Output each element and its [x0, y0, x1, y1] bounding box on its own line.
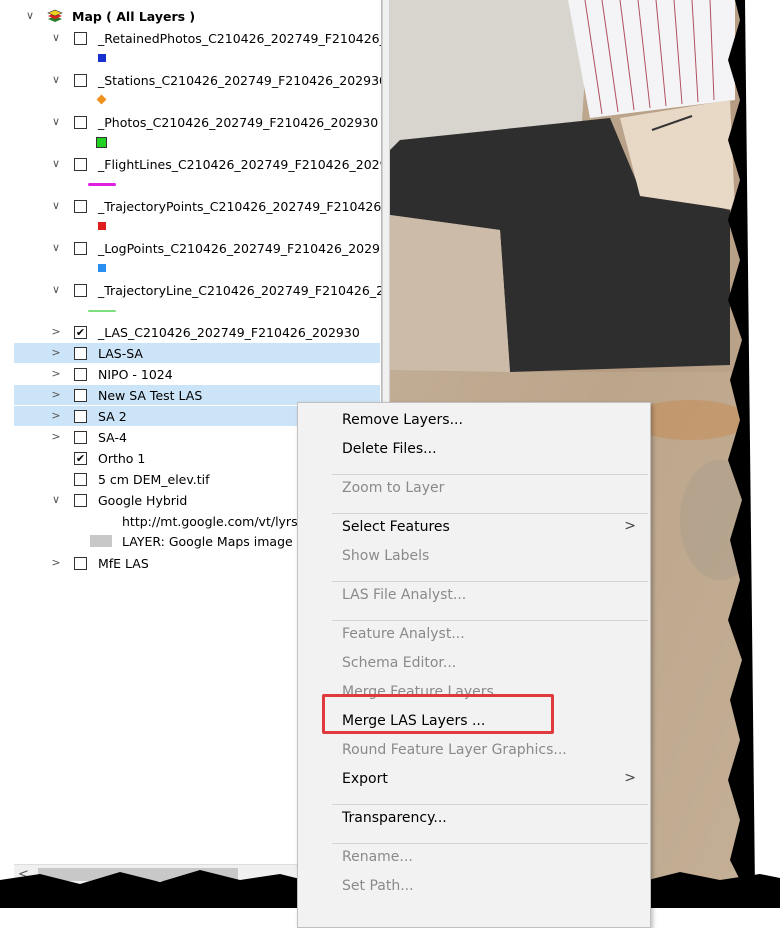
menu-separator	[332, 581, 648, 582]
google-url-text: http://mt.google.com/vt/lyrs=	[122, 514, 309, 529]
layer-label: _LAS_C210426_202749_F210426_202930	[98, 325, 360, 340]
layer-label: Google Hybrid	[98, 493, 188, 508]
chevron-down-icon[interactable]: ∨	[50, 157, 62, 171]
layer-visibility-checkbox[interactable]	[74, 32, 87, 45]
menu-item[interactable]: Transparency...	[342, 809, 447, 827]
chevron-right-icon[interactable]: >	[50, 556, 62, 570]
menu-item[interactable]: Export	[342, 770, 388, 788]
chevron-down-icon[interactable]: ∨	[50, 31, 62, 45]
layer-label: _RetainedPhotos_C210426_202749_F210426_2…	[98, 31, 382, 46]
layer-visibility-checkbox[interactable]	[74, 347, 87, 360]
tree-layer-row[interactable]: ∨ _FlightLines_C210426_202749_F210426_202…	[14, 154, 382, 174]
chevron-down-icon[interactable]: ∨	[50, 283, 62, 297]
layer-visibility-checkbox[interactable]	[74, 284, 87, 297]
layer-symbol-swatch	[96, 94, 107, 105]
tree-layer-row[interactable]: ∨ _TrajectoryPoints_C210426_202749_F21042…	[14, 196, 382, 216]
layer-label: SA-4	[98, 430, 127, 445]
layer-visibility-checkbox[interactable]	[74, 431, 87, 444]
tree-layer-row[interactable]: > LAS-SA	[14, 343, 380, 363]
highlight-box-merge-las	[322, 694, 554, 734]
chevron-down-icon[interactable]: ∨	[50, 199, 62, 213]
menu-item[interactable]: Set Path...	[342, 877, 414, 895]
tree-layer-row[interactable]: ∨ _TrajectoryLine_C210426_202749_F210426_…	[14, 280, 381, 300]
layer-visibility-checkbox[interactable]	[74, 116, 87, 129]
tree-layer-row[interactable]: ∨ _Stations_C210426_202749_F210426_202930	[14, 70, 382, 90]
layer-label: NIPO - 1024	[98, 367, 173, 382]
layer-visibility-checkbox[interactable]	[74, 368, 87, 381]
submenu-arrow-icon: >	[624, 518, 636, 534]
layer-label: LAS-SA	[98, 346, 143, 361]
layer-visibility-checkbox[interactable]	[74, 494, 87, 507]
layer-symbol-swatch	[98, 54, 106, 62]
tree-layer-row[interactable]: ∨ _LogPoints_C210426_202749_F210426_20293…	[14, 238, 382, 258]
chevron-right-icon[interactable]: >	[50, 409, 62, 423]
chevron-right-icon[interactable]: >	[50, 430, 62, 444]
layer-visibility-checkbox[interactable]: ✔	[74, 326, 87, 339]
menu-separator	[332, 513, 648, 514]
submenu-arrow-icon: >	[624, 770, 636, 786]
chevron-down-icon[interactable]: ∨	[50, 73, 62, 87]
layer-symbol-swatch	[88, 183, 116, 186]
chevron-down-icon[interactable]: ∨	[50, 493, 62, 507]
tree-layer-row[interactable]: > ✔ _LAS_C210426_202749_F210426_202930	[14, 322, 380, 342]
chevron-right-icon[interactable]: >	[50, 346, 62, 360]
chevron-right-icon[interactable]: >	[50, 388, 62, 402]
layer-visibility-checkbox[interactable]: ✔	[74, 452, 87, 465]
layer-visibility-checkbox[interactable]	[74, 557, 87, 570]
layer-label: _TrajectoryLine_C210426_202749_F210426_2…	[98, 283, 381, 298]
menu-item[interactable]: Feature Analyst...	[342, 625, 465, 643]
tree-root-label: Map ( All Layers )	[72, 9, 196, 24]
layer-symbol-swatch	[98, 264, 106, 272]
menu-separator	[332, 620, 648, 621]
layer-label: Ortho 1	[98, 451, 146, 466]
chevron-down-icon[interactable]: ∨	[24, 9, 36, 23]
tree-layer-row[interactable]: ∨ _Photos_C210426_202749_F210426_202930	[14, 112, 380, 132]
layer-visibility-checkbox[interactable]	[74, 242, 87, 255]
tree-layer-row[interactable]: > NIPO - 1024	[14, 364, 380, 384]
menu-item[interactable]: Remove Layers...	[342, 411, 463, 429]
layers-stack-icon	[47, 9, 63, 22]
menu-separator	[332, 474, 648, 475]
menu-item[interactable]: LAS File Analyst...	[342, 586, 466, 604]
layer-label: 5 cm DEM_elev.tif	[98, 472, 210, 487]
chevron-down-icon[interactable]: ∨	[50, 115, 62, 129]
layer-label: _LogPoints_C210426_202749_F210426_202930	[98, 241, 382, 256]
menu-item[interactable]: Zoom to Layer	[342, 479, 444, 497]
menu-separator	[332, 804, 648, 805]
menu-item[interactable]: Select Features	[342, 518, 450, 536]
layer-visibility-checkbox[interactable]	[74, 200, 87, 213]
menu-item[interactable]: Round Feature Layer Graphics...	[342, 741, 567, 759]
layer-label: _FlightLines_C210426_202749_F210426_2029…	[98, 157, 382, 172]
menu-separator	[332, 843, 648, 844]
layer-label: _Stations_C210426_202749_F210426_202930	[98, 73, 382, 88]
layer-label: SA 2	[98, 409, 127, 424]
menu-item[interactable]: Schema Editor...	[342, 654, 456, 672]
layer-visibility-checkbox[interactable]	[74, 158, 87, 171]
menu-item[interactable]: Show Labels	[342, 547, 429, 565]
layer-label: _TrajectoryPoints_C210426_202749_F210426…	[98, 199, 382, 214]
layer-symbol-swatch	[96, 137, 107, 148]
layer-label: MfE LAS	[98, 556, 149, 571]
google-layer-text: LAYER: Google Maps image	[122, 534, 293, 549]
layer-visibility-checkbox[interactable]	[74, 74, 87, 87]
layer-symbol-swatch	[98, 222, 106, 230]
layer-label: New SA Test LAS	[98, 388, 203, 403]
chevron-right-icon[interactable]: >	[50, 325, 62, 339]
tree-root-row[interactable]: ∨ Map ( All Layers )	[14, 6, 380, 26]
layer-symbol-swatch	[88, 310, 116, 312]
menu-item[interactable]: Delete Files...	[342, 440, 437, 458]
context-menu: Remove Layers... Delete Files... Zoom to L…	[297, 402, 651, 928]
menu-item[interactable]: Rename...	[342, 848, 413, 866]
google-layer-swatch	[90, 535, 112, 547]
tree-layer-row[interactable]: ∨ _RetainedPhotos_C210426_202749_F210426_…	[14, 28, 382, 48]
chevron-right-icon[interactable]: >	[50, 367, 62, 381]
layer-visibility-checkbox[interactable]	[74, 389, 87, 402]
chevron-down-icon[interactable]: ∨	[50, 241, 62, 255]
layer-label: _Photos_C210426_202749_F210426_202930	[98, 115, 379, 130]
layer-visibility-checkbox[interactable]	[74, 473, 87, 486]
layer-visibility-checkbox[interactable]	[74, 410, 87, 423]
